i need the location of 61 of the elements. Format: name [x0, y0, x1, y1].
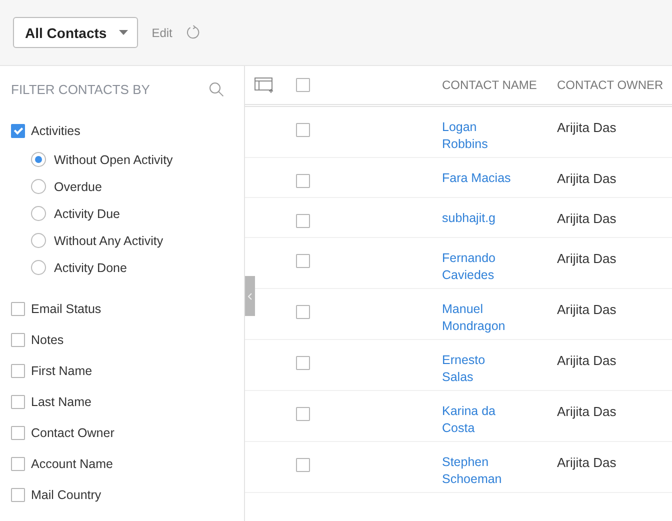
option-label: Activity Due: [54, 206, 120, 220]
select-all-checkbox[interactable]: [296, 78, 310, 92]
radio-button[interactable]: [31, 152, 46, 167]
contact-owner: Arijita Das: [557, 210, 618, 227]
contact-name-link[interactable]: subhajit.g: [442, 210, 519, 227]
contact-owner: Arijita Das: [557, 250, 618, 267]
filter-title: FILTER CONTACTS BY: [11, 82, 150, 97]
filter-checkbox[interactable]: [11, 364, 25, 378]
contact-name-link[interactable]: Fernando Caviedes: [442, 250, 519, 284]
filter-label: Activities: [31, 124, 80, 138]
radio-button[interactable]: [31, 206, 46, 221]
contact-name-link[interactable]: Manuel Mondragon: [442, 301, 519, 335]
filter-checkbox[interactable]: [11, 302, 25, 316]
row-checkbox[interactable]: [296, 407, 310, 421]
contact-owner: Arijita Das: [557, 403, 618, 420]
contact-name-link[interactable]: Logan Robbins: [442, 119, 519, 153]
filter-label: Contact Owner: [31, 426, 114, 440]
filter-label: Last Name: [31, 394, 92, 408]
radio-button[interactable]: [31, 233, 46, 248]
edit-link[interactable]: Edit: [152, 26, 172, 40]
filter-checkbox[interactable]: [11, 332, 25, 346]
row-checkbox[interactable]: [296, 214, 310, 228]
contact-owner: Arijita Das: [557, 170, 618, 187]
filter-label: Mail Country: [31, 488, 102, 502]
row-checkbox[interactable]: [296, 305, 310, 319]
column-header[interactable]: CONTACT NAME: [442, 78, 557, 92]
contact-name-link[interactable]: Fara Macias: [442, 170, 519, 187]
filter-label: Account Name: [31, 456, 113, 470]
filter-checkbox[interactable]: [11, 488, 25, 502]
row-checkbox[interactable]: [296, 254, 310, 268]
contact-name-link[interactable]: Karina da Costa: [442, 403, 519, 437]
filter-checkbox[interactable]: [11, 394, 25, 408]
option-label: Activity Done: [54, 260, 127, 274]
search-icon[interactable]: [209, 82, 224, 97]
caret-icon: [118, 30, 128, 35]
refresh-icon[interactable]: [186, 25, 202, 40]
column-settings-icon[interactable]: [254, 77, 275, 93]
row-checkbox[interactable]: [296, 123, 310, 137]
row-checkbox[interactable]: [296, 174, 310, 188]
option-label: Without Open Activity: [54, 152, 173, 166]
radio-button[interactable]: [31, 260, 46, 275]
contact-owner: Arijita Das: [557, 352, 618, 369]
view-selector[interactable]: All Contacts: [13, 17, 138, 48]
filter-label: First Name: [31, 364, 92, 378]
contact-owner: Arijita Das: [557, 119, 618, 136]
row-checkbox[interactable]: [296, 458, 310, 472]
filter-checkbox[interactable]: [11, 124, 25, 138]
filter-checkbox[interactable]: [11, 426, 25, 440]
filter-label: Notes: [31, 332, 64, 346]
contact-owner: Arijita Das: [557, 301, 618, 318]
collapse-handle[interactable]: [245, 276, 255, 316]
contact-name-link[interactable]: Stephen Schoeman: [442, 454, 519, 488]
radio-button[interactable]: [31, 179, 46, 194]
row-checkbox[interactable]: [296, 356, 310, 370]
contact-owner: Arijita Das: [557, 454, 618, 471]
contact-name-link[interactable]: Ernesto Salas: [442, 352, 519, 386]
filter-checkbox[interactable]: [11, 456, 25, 470]
option-label: Overdue: [54, 180, 102, 194]
column-header[interactable]: CONTACT OWNER: [557, 78, 672, 92]
filter-label: Email Status: [31, 302, 102, 316]
option-label: Without Any Activity: [54, 234, 164, 248]
